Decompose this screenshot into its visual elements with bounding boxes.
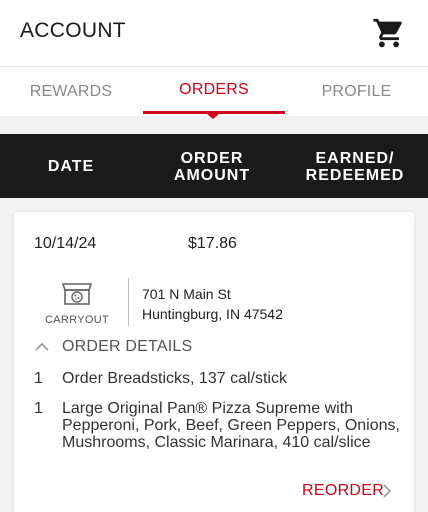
column-header-amount-line2: AMOUNT	[173, 167, 251, 184]
fulfillment-type: CARRYOUT	[36, 282, 118, 326]
column-header-amount-line1: ORDER	[180, 150, 244, 167]
order-card: 10/14/24 $17.86 CARRYOUT 701 N Main St H…	[14, 212, 414, 512]
reorder-label: REORDER	[302, 482, 385, 499]
order-item-description: Order Breadsticks, 137 cal/stick	[62, 370, 287, 387]
order-item-quantity: 1	[34, 370, 43, 387]
store-address-line1: 701 N Main St	[142, 286, 231, 302]
shopping-cart-icon[interactable]	[372, 16, 406, 50]
tab-orders[interactable]: ORDERS	[143, 81, 285, 99]
carryout-label: CARRYOUT	[45, 314, 109, 326]
reorder-button[interactable]: REORDER	[302, 482, 392, 502]
active-tab-caret	[207, 114, 219, 119]
order-details-label: ORDER DETAILS	[62, 338, 193, 355]
order-item-description: Large Original Pan® Pizza Supreme with P…	[62, 400, 400, 451]
app-header: ACCOUNT	[0, 0, 428, 66]
vertical-divider	[128, 278, 129, 326]
account-tabs: REWARDS ORDERS PROFILE	[0, 66, 428, 119]
column-header-earned-line2: REDEEMED	[305, 167, 405, 184]
order-date: 10/14/24	[34, 235, 97, 252]
column-header-earned-line1: EARNED/	[315, 150, 395, 167]
column-header-order-amount: ORDER AMOUNT	[142, 150, 282, 184]
store-address-line2: Huntingburg, IN 47542	[142, 306, 283, 322]
chevron-right-icon	[383, 484, 392, 498]
column-header-date: DATE	[0, 158, 142, 175]
order-amount: $17.86	[188, 235, 237, 252]
chevron-up-icon	[35, 342, 49, 351]
page-title: ACCOUNT	[20, 19, 126, 42]
orders-table-header: DATE ORDER AMOUNT EARNED/ REDEEMED	[0, 134, 428, 198]
column-header-earned-redeemed: EARNED/ REDEEMED	[282, 150, 428, 184]
column-header-date-label: DATE	[47, 158, 95, 175]
carryout-box-icon	[61, 283, 93, 305]
tab-profile[interactable]: PROFILE	[285, 83, 428, 101]
order-item-quantity: 1	[34, 400, 43, 417]
tab-rewards[interactable]: REWARDS	[0, 83, 142, 101]
